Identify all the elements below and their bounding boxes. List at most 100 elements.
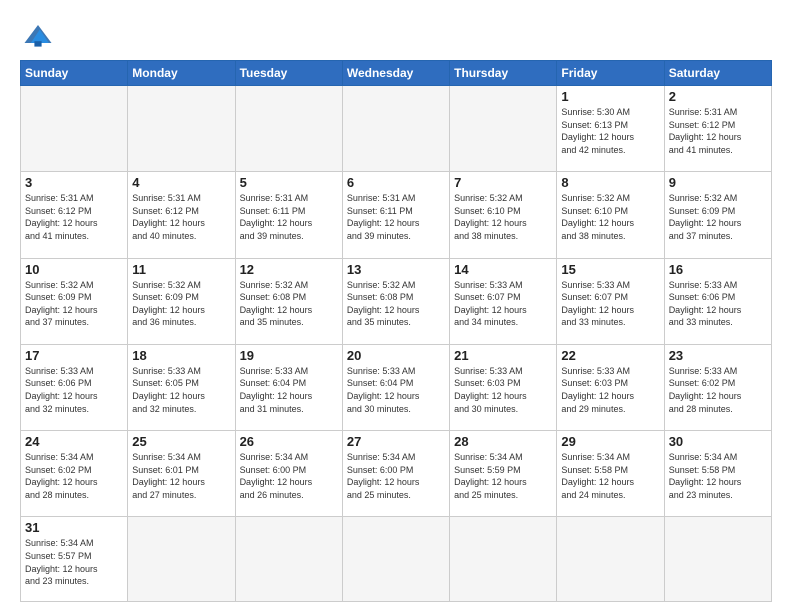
day-number: 24 [25, 434, 123, 449]
calendar-cell: 5 Sunrise: 5:31 AM Sunset: 6:11 PM Daylig… [235, 172, 342, 258]
calendar-cell: 16 Sunrise: 5:33 AM Sunset: 6:06 PM Dayli… [664, 258, 771, 344]
day-number: 11 [132, 262, 230, 277]
col-header-friday: Friday [557, 61, 664, 86]
calendar-cell [342, 517, 449, 602]
day-info: Sunrise: 5:34 AM Sunset: 5:59 PM Dayligh… [454, 451, 552, 501]
day-number: 16 [669, 262, 767, 277]
calendar-cell: 21Sunrise: 5:33 AM Sunset: 6:03 PM Dayli… [450, 344, 557, 430]
calendar-cell: 31 Sunrise: 5:34 AM Sunset: 5:57 PM Dayli… [21, 517, 128, 602]
day-number: 10 [25, 262, 123, 277]
day-info: Sunrise: 5:31 AM Sunset: 6:11 PM Dayligh… [240, 192, 338, 242]
calendar-cell [21, 86, 128, 172]
day-info: Sunrise: 5:32 AM Sunset: 6:09 PM Dayligh… [132, 279, 230, 329]
day-info: Sunrise: 5:31 AM Sunset: 6:12 PM Dayligh… [25, 192, 123, 242]
calendar-cell: 2 Sunrise: 5:31 AM Sunset: 6:12 PM Daylig… [664, 86, 771, 172]
calendar-cell: 6 Sunrise: 5:31 AM Sunset: 6:11 PM Daylig… [342, 172, 449, 258]
calendar-header-row: SundayMondayTuesdayWednesdayThursdayFrid… [21, 61, 772, 86]
calendar-row-1: 1 Sunrise: 5:30 AM Sunset: 6:13 PM Daylig… [21, 86, 772, 172]
calendar-cell: 11 Sunrise: 5:32 AM Sunset: 6:09 PM Dayli… [128, 258, 235, 344]
calendar-cell [128, 86, 235, 172]
calendar-cell: 14 Sunrise: 5:33 AM Sunset: 6:07 PM Dayli… [450, 258, 557, 344]
day-info: Sunrise: 5:34 AM Sunset: 5:58 PM Dayligh… [669, 451, 767, 501]
day-info: Sunrise: 5:33 AM Sunset: 6:05 PM Dayligh… [132, 365, 230, 415]
day-info: Sunrise: 5:33 AM Sunset: 6:03 PM Dayligh… [561, 365, 659, 415]
col-header-thursday: Thursday [450, 61, 557, 86]
calendar-cell [128, 517, 235, 602]
calendar-cell [342, 86, 449, 172]
calendar-cell: 29 Sunrise: 5:34 AM Sunset: 5:58 PM Dayli… [557, 431, 664, 517]
logo [20, 16, 62, 52]
calendar-cell: 19Sunrise: 5:33 AM Sunset: 6:04 PM Dayli… [235, 344, 342, 430]
day-info: Sunrise: 5:32 AM Sunset: 6:09 PM Dayligh… [25, 279, 123, 329]
day-number: 31 [25, 520, 123, 535]
day-info: Sunrise: 5:34 AM Sunset: 6:00 PM Dayligh… [240, 451, 338, 501]
day-number: 12 [240, 262, 338, 277]
day-number: 4 [132, 175, 230, 190]
day-number: 26 [240, 434, 338, 449]
day-info: Sunrise: 5:33 AM Sunset: 6:02 PM Dayligh… [669, 365, 767, 415]
day-info: Sunrise: 5:33 AM Sunset: 6:06 PM Dayligh… [669, 279, 767, 329]
calendar-cell: 7Sunrise: 5:32 AM Sunset: 6:10 PM Daylig… [450, 172, 557, 258]
day-info: Sunrise: 5:33 AM Sunset: 6:04 PM Dayligh… [240, 365, 338, 415]
calendar-row-3: 10 Sunrise: 5:32 AM Sunset: 6:09 PM Dayli… [21, 258, 772, 344]
day-number: 3 [25, 175, 123, 190]
calendar-cell: 13 Sunrise: 5:32 AM Sunset: 6:08 PM Dayli… [342, 258, 449, 344]
day-info: Sunrise: 5:31 AM Sunset: 6:11 PM Dayligh… [347, 192, 445, 242]
day-number: 5 [240, 175, 338, 190]
col-header-wednesday: Wednesday [342, 61, 449, 86]
day-number: 9 [669, 175, 767, 190]
calendar-row-2: 3 Sunrise: 5:31 AM Sunset: 6:12 PM Daylig… [21, 172, 772, 258]
calendar-cell: 3 Sunrise: 5:31 AM Sunset: 6:12 PM Daylig… [21, 172, 128, 258]
calendar-cell: 23Sunrise: 5:33 AM Sunset: 6:02 PM Dayli… [664, 344, 771, 430]
day-info: Sunrise: 5:31 AM Sunset: 6:12 PM Dayligh… [669, 106, 767, 156]
day-number: 17 [25, 348, 123, 363]
day-number: 6 [347, 175, 445, 190]
day-info: Sunrise: 5:34 AM Sunset: 5:57 PM Dayligh… [25, 537, 123, 587]
calendar-cell: 9 Sunrise: 5:32 AM Sunset: 6:09 PM Daylig… [664, 172, 771, 258]
day-info: Sunrise: 5:32 AM Sunset: 6:08 PM Dayligh… [347, 279, 445, 329]
header [20, 16, 772, 52]
day-number: 1 [561, 89, 659, 104]
day-number: 30 [669, 434, 767, 449]
day-info: Sunrise: 5:34 AM Sunset: 6:02 PM Dayligh… [25, 451, 123, 501]
calendar-cell: 26 Sunrise: 5:34 AM Sunset: 6:00 PM Dayli… [235, 431, 342, 517]
calendar-row-4: 17Sunrise: 5:33 AM Sunset: 6:06 PM Dayli… [21, 344, 772, 430]
col-header-saturday: Saturday [664, 61, 771, 86]
day-number: 13 [347, 262, 445, 277]
day-number: 28 [454, 434, 552, 449]
calendar-row-6: 31 Sunrise: 5:34 AM Sunset: 5:57 PM Dayli… [21, 517, 772, 602]
day-number: 2 [669, 89, 767, 104]
col-header-sunday: Sunday [21, 61, 128, 86]
calendar-cell [664, 517, 771, 602]
calendar-cell: 18 Sunrise: 5:33 AM Sunset: 6:05 PM Dayli… [128, 344, 235, 430]
calendar-cell: 27 Sunrise: 5:34 AM Sunset: 6:00 PM Dayli… [342, 431, 449, 517]
day-info: Sunrise: 5:32 AM Sunset: 6:10 PM Dayligh… [561, 192, 659, 242]
day-info: Sunrise: 5:31 AM Sunset: 6:12 PM Dayligh… [132, 192, 230, 242]
day-info: Sunrise: 5:32 AM Sunset: 6:08 PM Dayligh… [240, 279, 338, 329]
day-info: Sunrise: 5:33 AM Sunset: 6:07 PM Dayligh… [454, 279, 552, 329]
day-info: Sunrise: 5:34 AM Sunset: 6:00 PM Dayligh… [347, 451, 445, 501]
day-number: 29 [561, 434, 659, 449]
day-number: 18 [132, 348, 230, 363]
calendar-cell: 10 Sunrise: 5:32 AM Sunset: 6:09 PM Dayli… [21, 258, 128, 344]
calendar-cell: 25Sunrise: 5:34 AM Sunset: 6:01 PM Dayli… [128, 431, 235, 517]
day-info: Sunrise: 5:30 AM Sunset: 6:13 PM Dayligh… [561, 106, 659, 156]
calendar-cell: 15 Sunrise: 5:33 AM Sunset: 6:07 PM Dayli… [557, 258, 664, 344]
calendar-cell: 28 Sunrise: 5:34 AM Sunset: 5:59 PM Dayli… [450, 431, 557, 517]
calendar-cell [450, 86, 557, 172]
day-number: 14 [454, 262, 552, 277]
calendar-cell [450, 517, 557, 602]
calendar-cell: 8 Sunrise: 5:32 AM Sunset: 6:10 PM Daylig… [557, 172, 664, 258]
day-number: 15 [561, 262, 659, 277]
calendar-cell [557, 517, 664, 602]
day-number: 8 [561, 175, 659, 190]
day-number: 27 [347, 434, 445, 449]
calendar-cell [235, 86, 342, 172]
day-info: Sunrise: 5:33 AM Sunset: 6:07 PM Dayligh… [561, 279, 659, 329]
calendar-table: SundayMondayTuesdayWednesdayThursdayFrid… [20, 60, 772, 602]
day-info: Sunrise: 5:32 AM Sunset: 6:09 PM Dayligh… [669, 192, 767, 242]
col-header-tuesday: Tuesday [235, 61, 342, 86]
day-info: Sunrise: 5:34 AM Sunset: 5:58 PM Dayligh… [561, 451, 659, 501]
day-number: 7 [454, 175, 552, 190]
generalblue-icon [20, 16, 56, 52]
